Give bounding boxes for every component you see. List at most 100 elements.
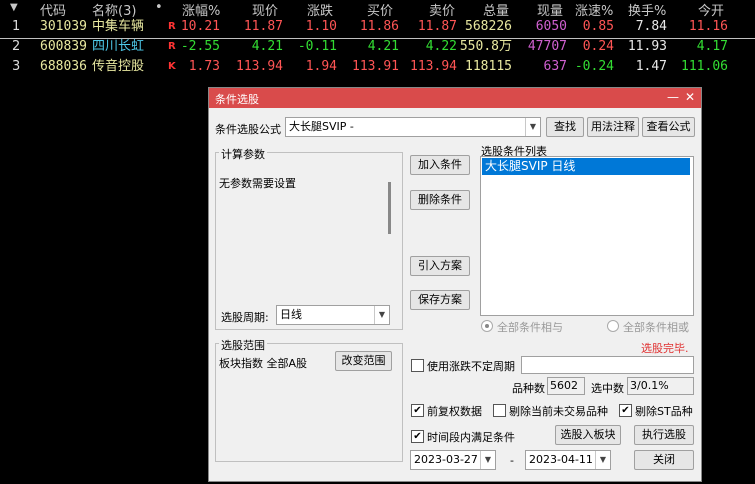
view-formula-button[interactable]: 查看公式 bbox=[642, 117, 695, 137]
col-ask[interactable]: 卖价 bbox=[429, 0, 455, 19]
range-text: 板块指数 全部A股 bbox=[219, 357, 308, 370]
date-from-select[interactable]: 2023-03-27 ▼ bbox=[410, 450, 496, 470]
uncertain-period-checkbox[interactable] bbox=[411, 359, 424, 372]
cell-open: 11.16 bbox=[688, 19, 728, 34]
cell-turnover: 11.93 bbox=[627, 39, 667, 54]
usage-notes-button[interactable]: 用法注释 bbox=[587, 117, 639, 137]
cell-ask: 4.22 bbox=[425, 39, 457, 54]
cell-vol: 550.8万 bbox=[459, 39, 512, 54]
stock-name: 中集车辆 bbox=[92, 19, 145, 34]
count-label: 品种数 bbox=[512, 382, 545, 395]
cell-vol: 118115 bbox=[465, 59, 512, 74]
col-cur[interactable]: 现量 bbox=[537, 0, 563, 19]
count-value: 5602 bbox=[550, 379, 578, 392]
period-select[interactable]: 日线 ▼ bbox=[276, 305, 390, 325]
cell-pct: 10.21 bbox=[180, 19, 220, 34]
formula-select[interactable]: 大长腿SVIP - ▼ bbox=[285, 117, 541, 137]
cell-bid: 11.86 bbox=[359, 19, 399, 34]
cell-chg: 1.94 bbox=[305, 59, 337, 74]
params-scrollbar[interactable] bbox=[388, 182, 391, 234]
params-text: 无参数需要设置 bbox=[219, 177, 296, 190]
col-pct[interactable]: 涨幅% bbox=[182, 0, 220, 19]
formula-value: 大长腿SVIP - bbox=[289, 120, 354, 133]
cell-speed: 0.24 bbox=[582, 39, 614, 54]
formula-label: 条件选股公式 bbox=[215, 123, 281, 136]
period-value: 日线 bbox=[280, 308, 302, 321]
forward-adjust-checkbox[interactable]: ✔ bbox=[411, 404, 424, 417]
date-to-value: 2023-04-11 bbox=[529, 453, 593, 466]
cell-speed: 0.85 bbox=[582, 19, 614, 34]
uncertain-period-label: 使用涨跌不定周期 bbox=[427, 360, 515, 373]
hit-value: 3/0.1% bbox=[630, 379, 669, 392]
table-row[interactable]: 2 600839 四川长虹 R -2.55 4.21 -0.11 4.21 4.… bbox=[0, 38, 755, 58]
period-condition-checkbox[interactable]: ✔ bbox=[411, 430, 424, 443]
condition-picker-dialog: 条件选股 — ✕ 条件选股公式 大长腿SVIP - ▼ 查找 用法注释 查看公式… bbox=[208, 87, 702, 482]
close-icon[interactable]: ✕ bbox=[685, 90, 695, 104]
col-open[interactable]: 今开 bbox=[698, 0, 724, 19]
row-index: 3 bbox=[12, 59, 21, 74]
row-index: 1 bbox=[12, 19, 21, 34]
radio-all-and[interactable] bbox=[481, 320, 493, 332]
cell-cur: 637 bbox=[543, 59, 567, 74]
cell-turnover: 7.84 bbox=[635, 19, 667, 34]
remove-st-checkbox[interactable]: ✔ bbox=[619, 404, 632, 417]
col-chg[interactable]: 涨跌 bbox=[307, 0, 333, 19]
stock-code: 688036 bbox=[40, 59, 87, 74]
range-group-title: 选股范围 bbox=[219, 337, 267, 353]
row-index: 2 bbox=[12, 39, 21, 54]
period-label: 选股周期: bbox=[221, 311, 269, 324]
cell-open: 4.17 bbox=[696, 39, 728, 54]
cell-pct: 1.73 bbox=[188, 59, 220, 74]
status-text: 选股完毕. bbox=[641, 342, 689, 355]
save-scheme-button[interactable]: 保存方案 bbox=[410, 290, 470, 310]
sort-arrow-icon[interactable]: ▼ bbox=[10, 2, 18, 13]
find-button[interactable]: 查找 bbox=[546, 117, 584, 137]
radio-all-or[interactable] bbox=[607, 320, 619, 332]
remove-untraded-checkbox[interactable] bbox=[493, 404, 506, 417]
cell-chg: -0.11 bbox=[297, 39, 337, 54]
import-scheme-button[interactable]: 引入方案 bbox=[410, 256, 470, 276]
cell-price: 4.21 bbox=[251, 39, 283, 54]
date-to-select[interactable]: 2023-04-11 ▼ bbox=[525, 450, 611, 470]
hit-field: 3/0.1% bbox=[627, 377, 694, 395]
table-row[interactable]: 3 688036 传音控股 K 1.73 113.94 1.94 113.91 … bbox=[0, 58, 755, 78]
chevron-down-icon[interactable]: ▼ bbox=[595, 451, 610, 469]
dialog-titlebar[interactable]: 条件选股 — ✕ bbox=[209, 88, 701, 108]
uncertain-period-field[interactable] bbox=[521, 356, 694, 374]
stock-flag: R bbox=[168, 41, 176, 52]
cell-open: 111.06 bbox=[681, 59, 728, 74]
close-button[interactable]: 关闭 bbox=[634, 450, 694, 470]
radio-all-or-label: 全部条件相或 bbox=[623, 321, 689, 334]
col-dot: • bbox=[155, 0, 163, 15]
stock-flag: R bbox=[168, 21, 176, 32]
table-row[interactable]: 1 301039 中集车辆 R 10.21 11.87 1.10 11.86 1… bbox=[0, 18, 755, 39]
condition-list[interactable]: 大长腿SVIP 日线 bbox=[480, 156, 694, 316]
col-price[interactable]: 现价 bbox=[252, 0, 278, 19]
col-speed[interactable]: 涨速% bbox=[575, 0, 613, 19]
col-turnover[interactable]: 换手% bbox=[628, 0, 666, 19]
col-bid[interactable]: 买价 bbox=[367, 0, 393, 19]
add-condition-button[interactable]: 加入条件 bbox=[410, 155, 470, 175]
date-from-value: 2023-03-27 bbox=[414, 453, 478, 466]
save-to-block-button[interactable]: 选股入板块 bbox=[555, 425, 621, 445]
cell-cur: 6050 bbox=[535, 19, 567, 34]
list-item[interactable]: 大长腿SVIP 日线 bbox=[482, 158, 690, 175]
cell-bid: 4.21 bbox=[367, 39, 399, 54]
chevron-down-icon[interactable]: ▼ bbox=[480, 451, 495, 469]
change-range-button[interactable]: 改变范围 bbox=[335, 351, 392, 371]
stock-name: 传音控股 bbox=[92, 59, 145, 74]
chevron-down-icon[interactable]: ▼ bbox=[525, 118, 540, 136]
cell-price: 113.94 bbox=[236, 59, 283, 74]
stock-name: 四川长虹 bbox=[92, 39, 145, 54]
chevron-down-icon[interactable]: ▼ bbox=[374, 306, 389, 324]
delete-condition-button[interactable]: 删除条件 bbox=[410, 190, 470, 210]
stock-code: 600839 bbox=[40, 39, 87, 54]
col-name[interactable]: 名称(3) bbox=[92, 0, 136, 19]
cell-pct: -2.55 bbox=[180, 39, 220, 54]
cell-chg: 1.10 bbox=[305, 19, 337, 34]
minimize-icon[interactable]: — bbox=[667, 90, 679, 104]
stock-flag: K bbox=[168, 61, 176, 72]
col-code[interactable]: 代码 bbox=[40, 0, 66, 19]
run-selection-button[interactable]: 执行选股 bbox=[634, 425, 694, 445]
col-vol[interactable]: 总量 bbox=[483, 0, 509, 19]
